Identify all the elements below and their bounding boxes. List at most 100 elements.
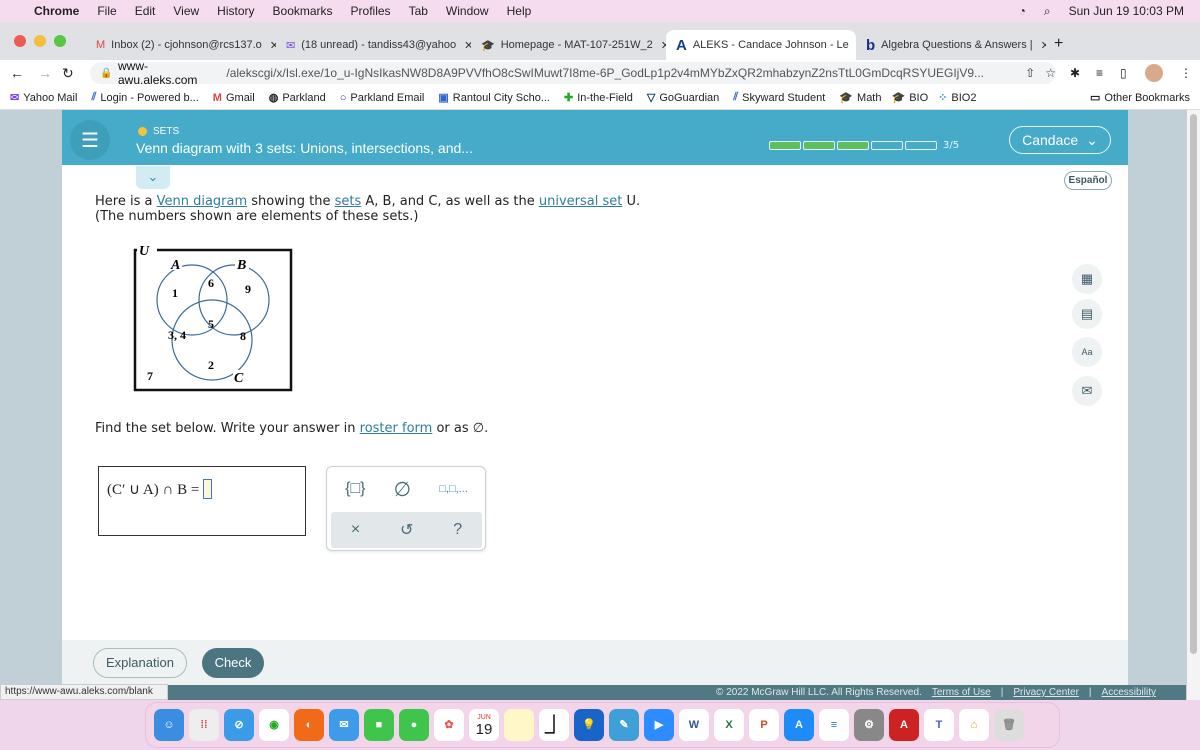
undo-button[interactable]: ↺ (400, 520, 413, 540)
check-button[interactable]: Check (202, 648, 264, 678)
menu-app[interactable]: Chrome (34, 4, 79, 18)
hamburger-menu-button[interactable]: ☰ (70, 120, 110, 160)
teams-icon[interactable]: T (924, 709, 954, 741)
bookmark-gmail[interactable]: M Gmail (213, 92, 255, 104)
status-bar-url: https://www-awu.aleks.com/blank (0, 684, 168, 700)
bookmark-parkland-email[interactable]: ○ Parkland Email (340, 92, 425, 104)
tab-homepage[interactable]: 🎓 Homepage - MAT-107-251W_2 ✕ (471, 30, 666, 60)
mail-app-icon[interactable]: ✉ (329, 709, 359, 741)
bookmark-login[interactable]: ⫽ Login - Powered b... (91, 91, 198, 104)
answer-input[interactable] (203, 479, 213, 499)
notebook-app-icon[interactable]: ✎ (609, 709, 639, 741)
expand-topic-button[interactable]: ⌄ (136, 166, 170, 189)
empty-set-button[interactable]: ∅ (394, 477, 411, 502)
page-scrollbar[interactable] (1186, 110, 1200, 700)
other-bookmarks[interactable]: ▭ Other Bookmarks (1090, 91, 1190, 105)
excel-icon[interactable]: X (714, 709, 744, 741)
launchpad-icon[interactable]: ⁞⁞ (189, 709, 219, 741)
home-icon[interactable]: ⌂ (959, 709, 989, 741)
trash-icon[interactable]: 🗑 (994, 709, 1024, 741)
bookmark-rantoul[interactable]: ▣ Rantoul City Scho... (438, 91, 550, 105)
search-icon[interactable]: ⌕ (1044, 4, 1051, 19)
extensions-icon[interactable]: ✱ (1070, 66, 1080, 80)
clear-button[interactable]: × (351, 521, 360, 539)
notes-icon[interactable] (504, 709, 534, 741)
reload-button[interactable]: ↻ (62, 65, 74, 82)
bookmark-in-the-field[interactable]: ✚ In-the-Field (564, 91, 633, 105)
dictionary-icon[interactable]: Aa (1072, 337, 1102, 367)
minimize-window-button[interactable] (34, 35, 46, 47)
system-preferences-icon[interactable]: ⚙ (854, 709, 884, 741)
bookmark-yahoo-mail[interactable]: ✉ Yahoo Mail (10, 91, 77, 105)
bookmark-bio[interactable]: 🎓 BIO (892, 91, 929, 105)
calculator-disabled-icon[interactable]: ▦ (1072, 264, 1102, 294)
menu-bookmarks[interactable]: Bookmarks (273, 4, 333, 18)
explanation-button[interactable]: Explanation (93, 648, 187, 678)
menu-help[interactable]: Help (507, 4, 532, 18)
calendar-icon[interactable]: JUN 19 (469, 709, 499, 741)
new-tab-button[interactable]: + (1054, 35, 1063, 53)
app-store-icon[interactable]: A (784, 709, 814, 741)
close-tab-icon[interactable]: ✕ (464, 39, 471, 52)
finder-icon[interactable]: ☺ (154, 709, 184, 741)
accessibility-link[interactable]: Accessibility (1102, 687, 1156, 698)
url-input[interactable]: 🔒 www-awu.aleks.com/alekscgi/x/Isl.exe/1o… (90, 59, 1056, 87)
espanol-button[interactable]: Español (1064, 171, 1112, 190)
menu-file[interactable]: File (97, 4, 116, 18)
sets-link[interactable]: sets (335, 194, 362, 209)
roster-form-link[interactable]: roster form (360, 421, 433, 436)
side-panel-icon[interactable]: ▯ (1120, 66, 1127, 80)
forward-button[interactable]: → (38, 65, 52, 81)
maximize-window-button[interactable] (54, 35, 66, 47)
share-icon[interactable]: ⇧ (1025, 66, 1035, 80)
mail-icon[interactable]: ✉ (1072, 376, 1102, 406)
messages-icon[interactable]: ● (399, 709, 429, 741)
menu-tab[interactable]: Tab (409, 4, 428, 18)
close-tab-icon[interactable]: ✕ (1041, 39, 1046, 52)
acrobat-icon[interactable]: A (889, 709, 919, 741)
venn-diagram-link[interactable]: Venn diagram (157, 194, 248, 209)
tab-bartleby[interactable]: b Algebra Questions & Answers | ✕ (856, 30, 1046, 60)
menu-edit[interactable]: Edit (135, 4, 156, 18)
docs-icon[interactable]: ≡ (819, 709, 849, 741)
bookmark-goguardian[interactable]: ▽ GoGuardian (647, 91, 719, 105)
answer-box[interactable]: (C′ ∪ A) ∩ B = (98, 466, 306, 536)
chrome-menu-icon[interactable]: ⋮ (1180, 66, 1192, 80)
ebook-icon[interactable]: ▤ (1072, 299, 1102, 329)
set-braces-button[interactable]: {□} (345, 480, 365, 498)
privacy-link[interactable]: Privacy Center (1013, 687, 1079, 698)
tab-aleks[interactable]: AALEKS - Candace Johnson - Le✕ (666, 30, 856, 60)
menu-window[interactable]: Window (446, 4, 489, 18)
facetime-icon[interactable]: ■ (364, 709, 394, 741)
safari-icon[interactable]: ⊘ (224, 709, 254, 741)
close-window-button[interactable] (14, 35, 26, 47)
clock[interactable]: Sun Jun 19 10:03 PM (1069, 4, 1184, 18)
bookmark-bio2[interactable]: ⁘ BIO2 (938, 91, 976, 105)
bookmark-star-icon[interactable]: ☆ (1045, 66, 1056, 80)
menu-profiles[interactable]: Profiles (351, 4, 391, 18)
firefox-icon[interactable]: ◐ (294, 709, 324, 741)
terms-link[interactable]: Terms of Use (932, 687, 991, 698)
bookmark-math[interactable]: 🎓 Math (839, 91, 881, 105)
tab-gmail[interactable]: M Inbox (2) - cjohnson@rcs137.o ✕ (86, 30, 276, 60)
bookmark-skyward[interactable]: ⫽ Skyward Student (733, 91, 825, 104)
chrome-icon[interactable]: ◉ (259, 709, 289, 741)
profile-avatar[interactable] (1145, 64, 1163, 82)
photos-icon[interactable]: ✿ (434, 709, 464, 741)
user-menu-button[interactable]: Candace ⌄ (1009, 126, 1111, 154)
reading-list-icon[interactable]: ≡ (1096, 66, 1103, 80)
word-icon[interactable]: W (679, 709, 709, 741)
menu-view[interactable]: View (173, 4, 199, 18)
powerpoint-icon[interactable]: P (749, 709, 779, 741)
universal-set-link[interactable]: universal set (539, 194, 622, 209)
back-button[interactable]: ← (10, 65, 24, 81)
lightbulb-app-icon[interactable]: 💡 (574, 709, 604, 741)
menu-history[interactable]: History (217, 4, 254, 18)
list-button[interactable]: □,□,... (439, 483, 468, 495)
app-icon[interactable]: ⏌ (539, 709, 569, 741)
tab-yahoo[interactable]: ✉ (18 unread) - tandiss43@yahoo ✕ (276, 30, 471, 60)
zoom-icon[interactable]: ▶ (644, 709, 674, 741)
bookmark-parkland[interactable]: ◍ Parkland (269, 91, 326, 105)
help-button[interactable]: ? (453, 521, 462, 539)
wifi-icon[interactable]: ◔ (1019, 4, 1026, 18)
